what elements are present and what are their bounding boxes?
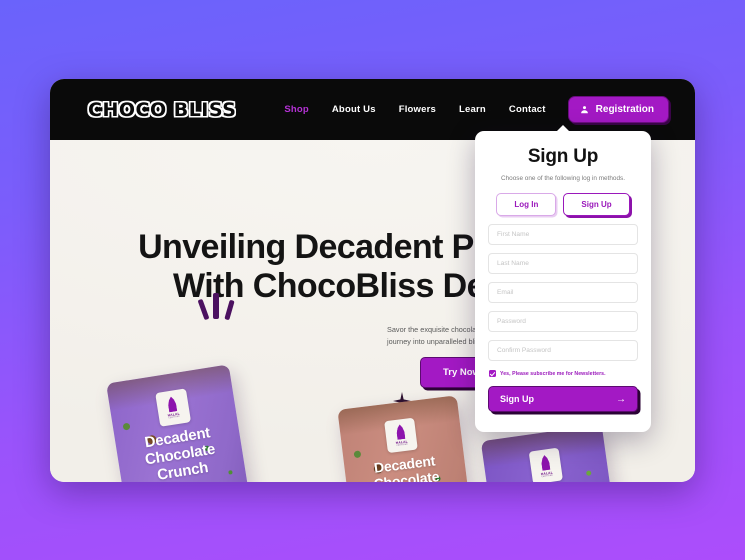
product-name: Decadent Chocolate Crunch bbox=[371, 453, 442, 482]
signup-modal: Sign Up Choose one of the following log … bbox=[475, 125, 651, 432]
main-navigation: Shop About Us Flowers Learn Contact bbox=[284, 104, 545, 115]
auth-method-toggle: Log In Sign Up bbox=[488, 193, 638, 216]
halal-mark-icon bbox=[536, 454, 556, 471]
product-name: Decadent Chocolate Crunch bbox=[141, 424, 219, 482]
halal-mark-icon bbox=[391, 423, 410, 440]
first-name-input[interactable] bbox=[488, 224, 638, 245]
product-pack: HALAL CERTIFIED Decadent Chocolate Crunc… bbox=[480, 424, 626, 482]
user-icon bbox=[580, 106, 588, 114]
newsletter-subscribe-row[interactable]: Yes, Please subscribe me for Newsletters… bbox=[488, 370, 638, 377]
newsletter-label: Yes, Please subscribe me for Newsletters… bbox=[500, 370, 606, 377]
halal-mark-icon bbox=[162, 395, 182, 413]
signup-tab-button[interactable]: Sign Up bbox=[563, 193, 630, 216]
login-tab-button[interactable]: Log In bbox=[496, 193, 557, 216]
modal-subtitle: Choose one of the following log in metho… bbox=[501, 175, 625, 182]
registration-label: Registration bbox=[595, 104, 654, 115]
nav-link-learn[interactable]: Learn bbox=[459, 104, 486, 115]
nav-link-flowers[interactable]: Flowers bbox=[399, 104, 436, 115]
last-name-input[interactable] bbox=[488, 253, 638, 274]
halal-badge: HALAL CERTIFIED bbox=[528, 447, 564, 482]
site-logo[interactable]: CHOCO BLISS bbox=[88, 99, 236, 121]
halal-badge-subtitle: CERTIFIED bbox=[396, 443, 408, 447]
registration-button[interactable]: Registration bbox=[567, 96, 669, 123]
product-pack: HALAL CERTIFIED Decadent Chocolate Crunc… bbox=[106, 364, 256, 482]
halal-badge-subtitle: CERTIFIED bbox=[168, 415, 181, 420]
modal-title: Sign Up bbox=[527, 146, 599, 167]
confirm-password-input[interactable] bbox=[488, 340, 638, 361]
hero-subtext-line-1: Savor the exquisite chocolate, bbox=[387, 325, 485, 334]
halal-badge-subtitle: CERTIFIED bbox=[541, 474, 554, 478]
arrow-right-icon: → bbox=[616, 393, 626, 405]
nav-link-about-us[interactable]: About Us bbox=[332, 104, 376, 115]
email-input[interactable] bbox=[488, 282, 638, 303]
product-pack: HALAL CERTIFIED Decadent Chocolate Crunc… bbox=[337, 395, 477, 482]
signup-submit-button[interactable]: Sign Up → bbox=[488, 386, 638, 412]
password-input[interactable] bbox=[488, 311, 638, 332]
dash-decoration-icon bbox=[213, 293, 219, 319]
nav-link-contact[interactable]: Contact bbox=[509, 104, 546, 115]
hero-subtext-line-2: journey into unparalleled bliss. bbox=[387, 337, 486, 347]
halal-badge: HALAL CERTIFIED bbox=[154, 388, 191, 427]
newsletter-checkbox[interactable] bbox=[489, 370, 496, 377]
nav-link-shop[interactable]: Shop bbox=[284, 104, 309, 115]
halal-badge: HALAL CERTIFIED bbox=[384, 417, 418, 454]
signup-submit-label: Sign Up bbox=[500, 394, 534, 404]
